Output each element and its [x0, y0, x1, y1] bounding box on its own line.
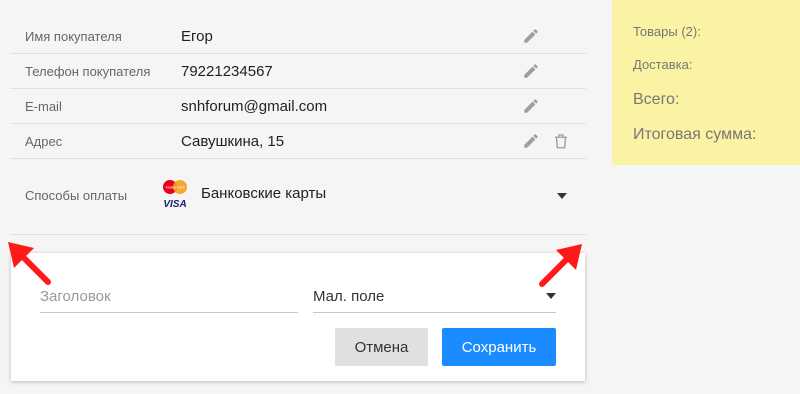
row-label: Телефон покупателя — [25, 63, 151, 79]
payment-label: Способы оплаты — [25, 188, 128, 203]
save-button[interactable]: Сохранить — [442, 328, 556, 366]
row-label: E-mail — [25, 98, 62, 114]
summary-final-sum: Итоговая сумма: — [633, 126, 757, 143]
red-arrow-right — [539, 244, 582, 287]
row-value: Егор — [181, 27, 213, 45]
row-label: Имя покупателя — [25, 28, 122, 44]
pencil-icon[interactable] — [522, 132, 540, 150]
visa-logo-text: VISA — [163, 199, 186, 210]
mastercard-logo-text: MasterCard — [166, 186, 185, 190]
field-editor-card: Мал. поле Отмена Сохранить — [11, 253, 585, 381]
red-arrow-left — [8, 242, 51, 285]
dropdown-arrow-icon — [546, 293, 556, 299]
pencil-icon[interactable] — [522, 27, 540, 45]
customer-info-table: Имя покупателя Егор Телефон покупателя 7… — [10, 19, 586, 235]
payment-method-row[interactable]: Способы оплаты MasterCard VISA Банковски… — [10, 159, 586, 235]
customer-row-email: E-mail snhforum@gmail.com — [10, 89, 586, 124]
dropdown-arrow-icon[interactable] — [557, 193, 567, 199]
customer-row-name: Имя покупателя Егор — [10, 19, 586, 54]
row-value: Савушкина, 15 — [181, 132, 285, 150]
summary-delivery: Доставка: — [633, 57, 693, 72]
pencil-icon[interactable] — [522, 62, 540, 80]
row-value: 79221234567 — [181, 62, 273, 80]
summary-total: Всего: — [633, 91, 680, 108]
field-size-select[interactable]: Мал. поле — [313, 280, 556, 313]
title-input[interactable] — [40, 280, 298, 313]
summary-goods: Товары (2): — [633, 24, 701, 39]
row-label: Адрес — [25, 133, 63, 149]
pencil-icon[interactable] — [522, 97, 540, 115]
payment-value: Банковские карты — [201, 185, 327, 202]
trash-icon[interactable] — [552, 132, 570, 150]
mastercard-visa-logo: MasterCard VISA — [163, 180, 187, 210]
cancel-button[interactable]: Отмена — [335, 328, 428, 366]
field-size-value: Мал. поле — [313, 288, 385, 305]
customer-row-address: Адрес Савушкина, 15 — [10, 124, 586, 159]
customer-row-phone: Телефон покупателя 79221234567 — [10, 54, 586, 89]
order-summary-panel: Товары (2): Доставка: Всего: Итоговая су… — [612, 0, 800, 165]
row-value: snhforum@gmail.com — [181, 97, 328, 115]
